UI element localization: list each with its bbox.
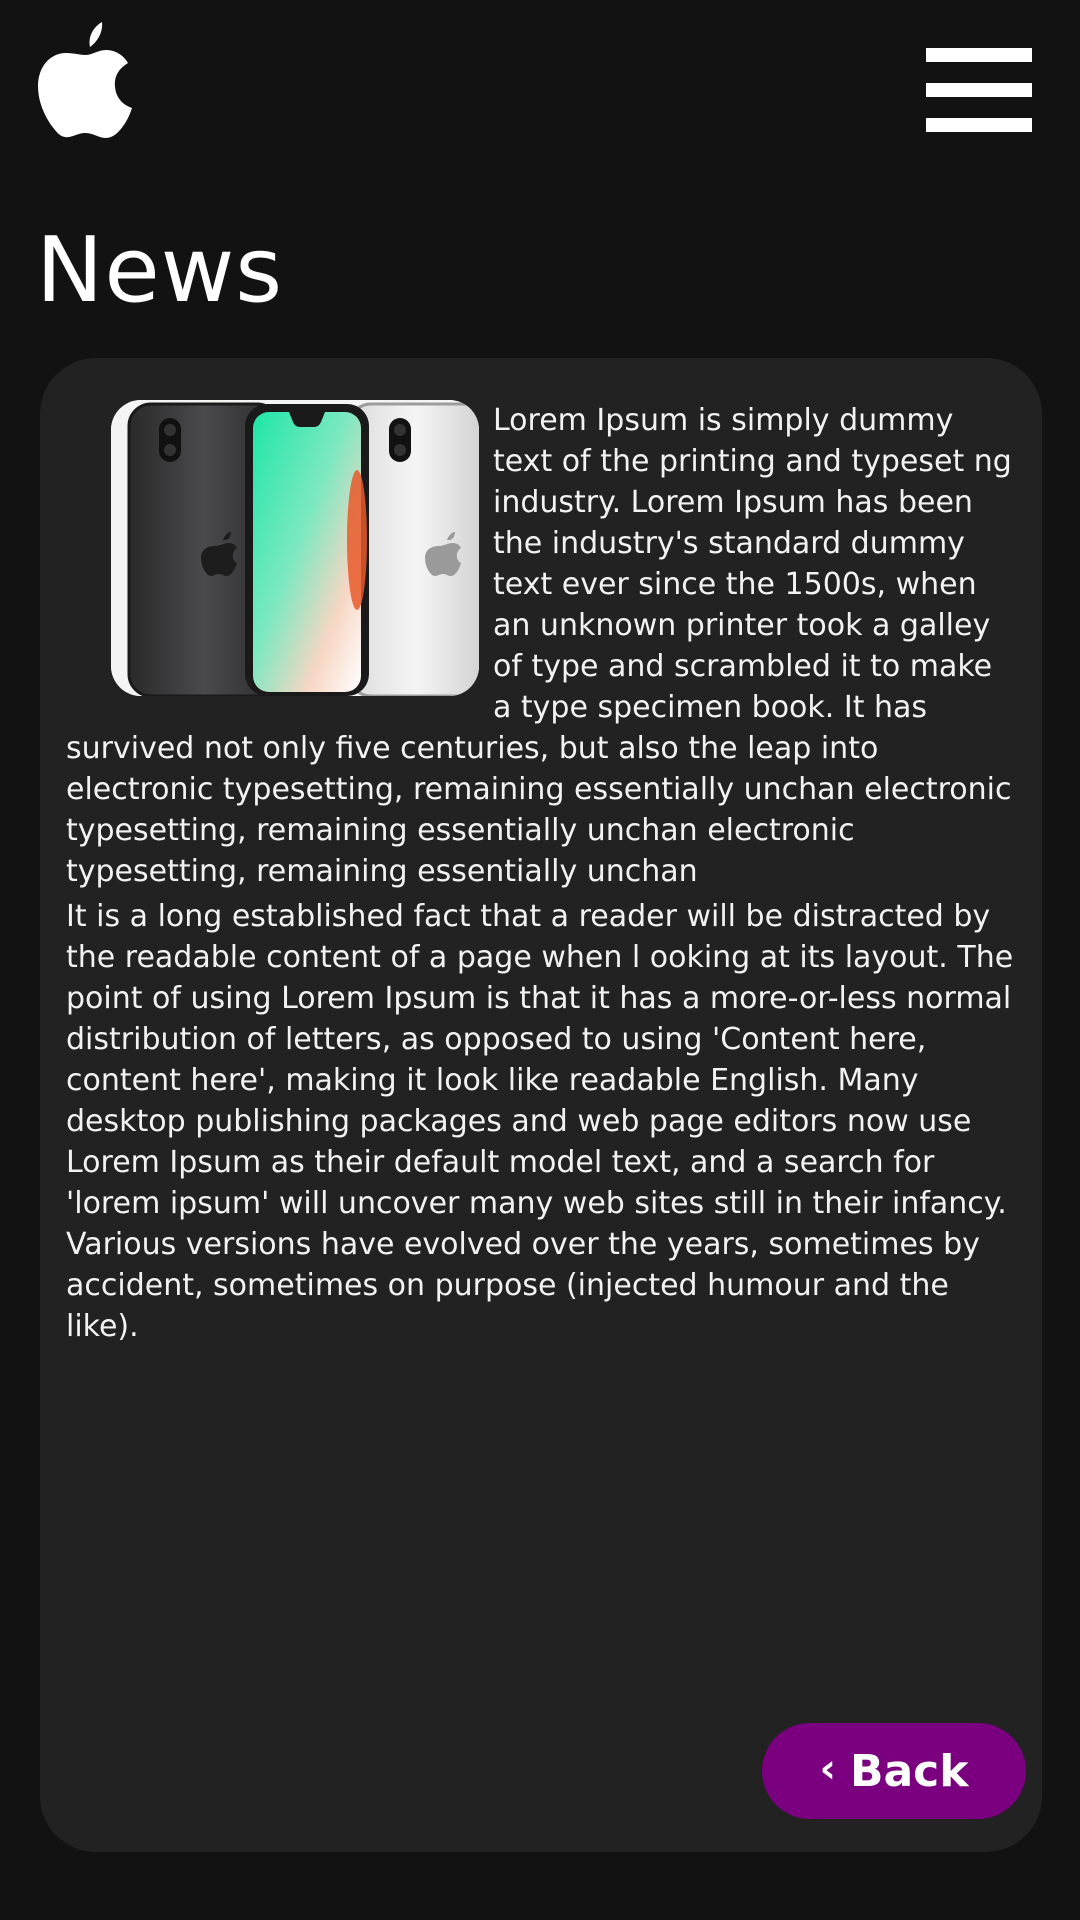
article-paragraph-2: It is a long established fact that a rea… <box>66 899 1014 1344</box>
chevron-left-icon: ‹ <box>819 1746 836 1792</box>
menu-bar-middle <box>926 83 1032 97</box>
apple-logo-icon[interactable] <box>36 20 136 140</box>
menu-bar-bottom <box>926 118 1032 132</box>
page-title: News <box>36 218 284 323</box>
back-button-label: Back <box>849 1745 969 1797</box>
menu-bar-top <box>926 48 1032 62</box>
hamburger-menu-icon[interactable] <box>926 48 1032 132</box>
back-button[interactable]: ‹ Back <box>762 1723 1026 1819</box>
news-card: Lorem Ipsum is simply dummy text of the … <box>40 358 1042 1852</box>
iphone-product-image <box>111 400 479 696</box>
news-screen: News Lorem Ipsum is simply dummy text of… <box>0 0 1080 1920</box>
article-body: Lorem Ipsum is simply dummy text of the … <box>66 400 1016 1347</box>
